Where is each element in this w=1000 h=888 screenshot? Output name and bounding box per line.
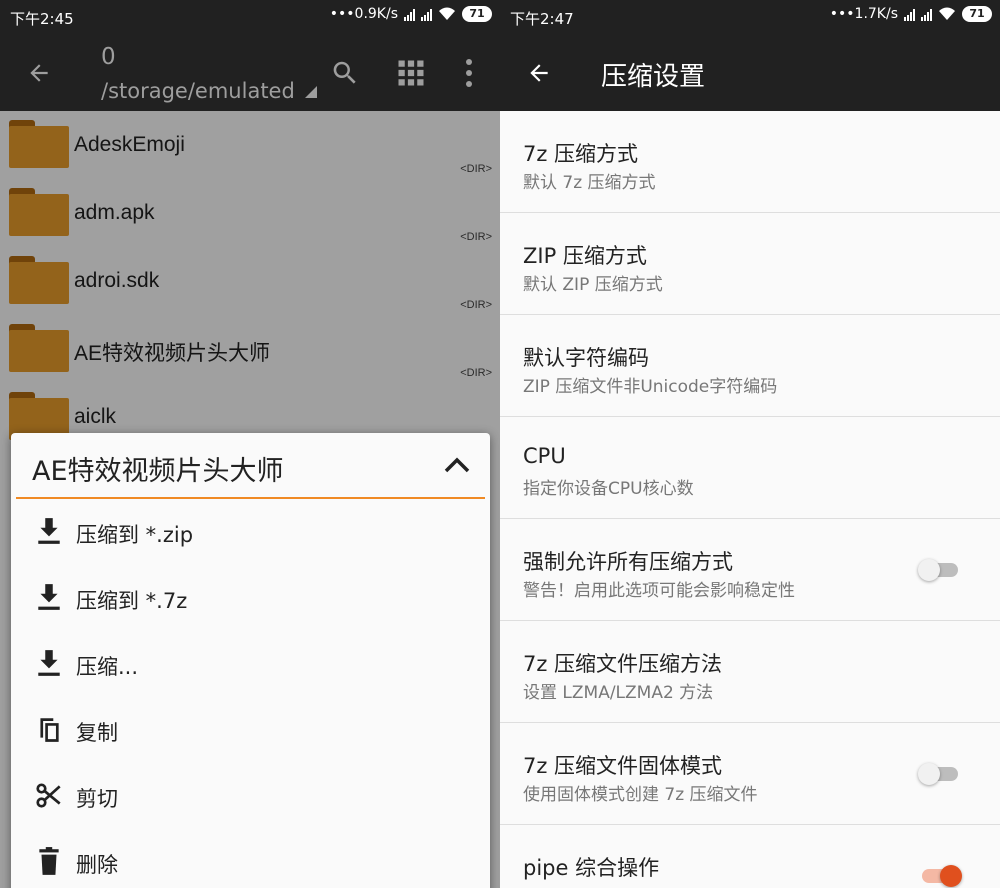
back-button[interactable]: [520, 54, 558, 92]
download-icon: [38, 650, 60, 676]
back-button[interactable]: [20, 54, 58, 92]
menu-item-compress[interactable]: 压缩...: [11, 631, 490, 697]
menu-item-label: 压缩...: [76, 655, 139, 679]
setting-7z-method[interactable]: 7z 压缩方式 默认 7z 压缩方式: [500, 111, 1000, 213]
menu-title: AE特效视频片头大师: [32, 456, 284, 487]
signal-icon: [904, 8, 915, 21]
path-dropdown[interactable]: /storage/emulated: [101, 79, 317, 103]
menu-item-delete[interactable]: 删除: [11, 829, 490, 888]
toggle-switch[interactable]: [918, 865, 962, 887]
context-menu-sheet: AE特效视频片头大师 压缩到 *.zip 压缩到 *.7z 压缩... 复制 剪…: [11, 433, 490, 888]
signal-icon: [921, 8, 932, 21]
arrow-back-icon: [530, 64, 548, 82]
setting-subtitle: 使用固体模式创建 7z 压缩文件: [523, 785, 758, 805]
network-speed: •••0.9K/s: [329, 6, 398, 22]
setting-pipe-operation[interactable]: pipe 综合操作: [500, 825, 1000, 888]
setting-default-charset[interactable]: 默认字符编码 ZIP 压缩文件非Unicode字符编码: [500, 315, 1000, 417]
grid-icon: [398, 60, 424, 86]
scissors-icon: [36, 783, 61, 808]
menu-item-compress-zip[interactable]: 压缩到 *.zip: [11, 499, 490, 565]
status-bar: 下午2:45 •••0.9K/s 71: [0, 0, 500, 34]
setting-title: 7z 压缩文件压缩方法: [523, 652, 723, 676]
status-time: 下午2:47: [510, 10, 574, 28]
network-speed: •••1.7K/s: [829, 6, 898, 22]
menu-item-label: 删除: [76, 853, 118, 877]
status-bar: 下午2:47 •••1.7K/s 71: [500, 0, 1000, 34]
copy-icon: [40, 718, 59, 742]
toggle-switch[interactable]: [918, 559, 962, 581]
app-bar: 0 /storage/emulated: [0, 34, 500, 111]
toggle-switch[interactable]: [918, 763, 962, 785]
settings-list: 7z 压缩方式 默认 7z 压缩方式 ZIP 压缩方式 默认 ZIP 压缩方式 …: [500, 111, 1000, 888]
search-icon: [333, 61, 356, 84]
setting-subtitle: 警告！启用此选项可能会影响稳定性: [523, 581, 795, 601]
setting-subtitle: 默认 7z 压缩方式: [523, 173, 656, 193]
status-time: 下午2:45: [10, 10, 74, 28]
setting-force-all-methods[interactable]: 强制允许所有压缩方式 警告！启用此选项可能会影响稳定性: [500, 519, 1000, 621]
current-path: /storage/emulated: [101, 79, 295, 103]
menu-item-compress-7z[interactable]: 压缩到 *.7z: [11, 565, 490, 631]
collapse-button[interactable]: [437, 447, 477, 483]
setting-subtitle: ZIP 压缩文件非Unicode字符编码: [523, 377, 778, 397]
battery-icon: 71: [962, 6, 992, 22]
setting-7z-compression-method[interactable]: 7z 压缩文件压缩方法 设置 LZMA/LZMA2 方法: [500, 621, 1000, 723]
setting-title: 默认字符编码: [523, 346, 649, 370]
download-icon: [38, 584, 60, 610]
dropdown-arrow-icon: [304, 86, 317, 98]
setting-7z-solid-mode[interactable]: 7z 压缩文件固体模式 使用固体模式创建 7z 压缩文件: [500, 723, 1000, 825]
setting-title: 7z 压缩方式: [523, 142, 639, 166]
trash-icon: [39, 847, 59, 875]
menu-item-copy[interactable]: 复制: [11, 697, 490, 763]
overflow-menu-button[interactable]: [452, 54, 486, 92]
setting-title: ZIP 压缩方式: [523, 244, 647, 268]
menu-item-label: 压缩到 *.zip: [76, 523, 194, 547]
setting-subtitle: 设置 LZMA/LZMA2 方法: [523, 683, 714, 703]
page-title: 压缩设置: [601, 62, 706, 92]
download-icon: [38, 518, 60, 544]
setting-title: 强制允许所有压缩方式: [523, 550, 733, 574]
compression-settings-screen: 下午2:47 •••1.7K/s 71 压缩设置 7z 压缩方式 默认 7z 压…: [500, 0, 1000, 888]
setting-zip-method[interactable]: ZIP 压缩方式 默认 ZIP 压缩方式: [500, 213, 1000, 315]
setting-subtitle: 默认 ZIP 压缩方式: [523, 275, 663, 295]
signal-icon: [421, 8, 432, 21]
grid-view-button[interactable]: [392, 54, 430, 92]
menu-item-label: 压缩到 *.7z: [76, 589, 188, 613]
app-bar: 压缩设置: [500, 34, 1000, 111]
menu-item-cut[interactable]: 剪切: [11, 763, 490, 829]
selection-count: 0: [101, 44, 116, 70]
setting-subtitle: 指定你设备CPU核心数: [523, 479, 694, 499]
arrow-back-icon: [30, 64, 48, 82]
file-browser-screen: 下午2:45 •••0.9K/s 71 0 /storage/emulated: [0, 0, 500, 888]
menu-item-label: 剪切: [76, 787, 118, 811]
setting-cpu[interactable]: CPU 指定你设备CPU核心数: [500, 417, 1000, 519]
search-button[interactable]: [326, 54, 364, 92]
more-vert-icon: [466, 59, 472, 87]
chevron-up-icon: [444, 457, 470, 473]
signal-icon: [404, 8, 415, 21]
menu-item-label: 复制: [76, 721, 118, 745]
setting-title: CPU: [523, 444, 566, 468]
wifi-icon: [939, 7, 955, 20]
wifi-icon: [439, 7, 455, 20]
battery-icon: 71: [462, 6, 492, 22]
setting-title: pipe 综合操作: [523, 856, 660, 880]
setting-title: 7z 压缩文件固体模式: [523, 754, 723, 778]
